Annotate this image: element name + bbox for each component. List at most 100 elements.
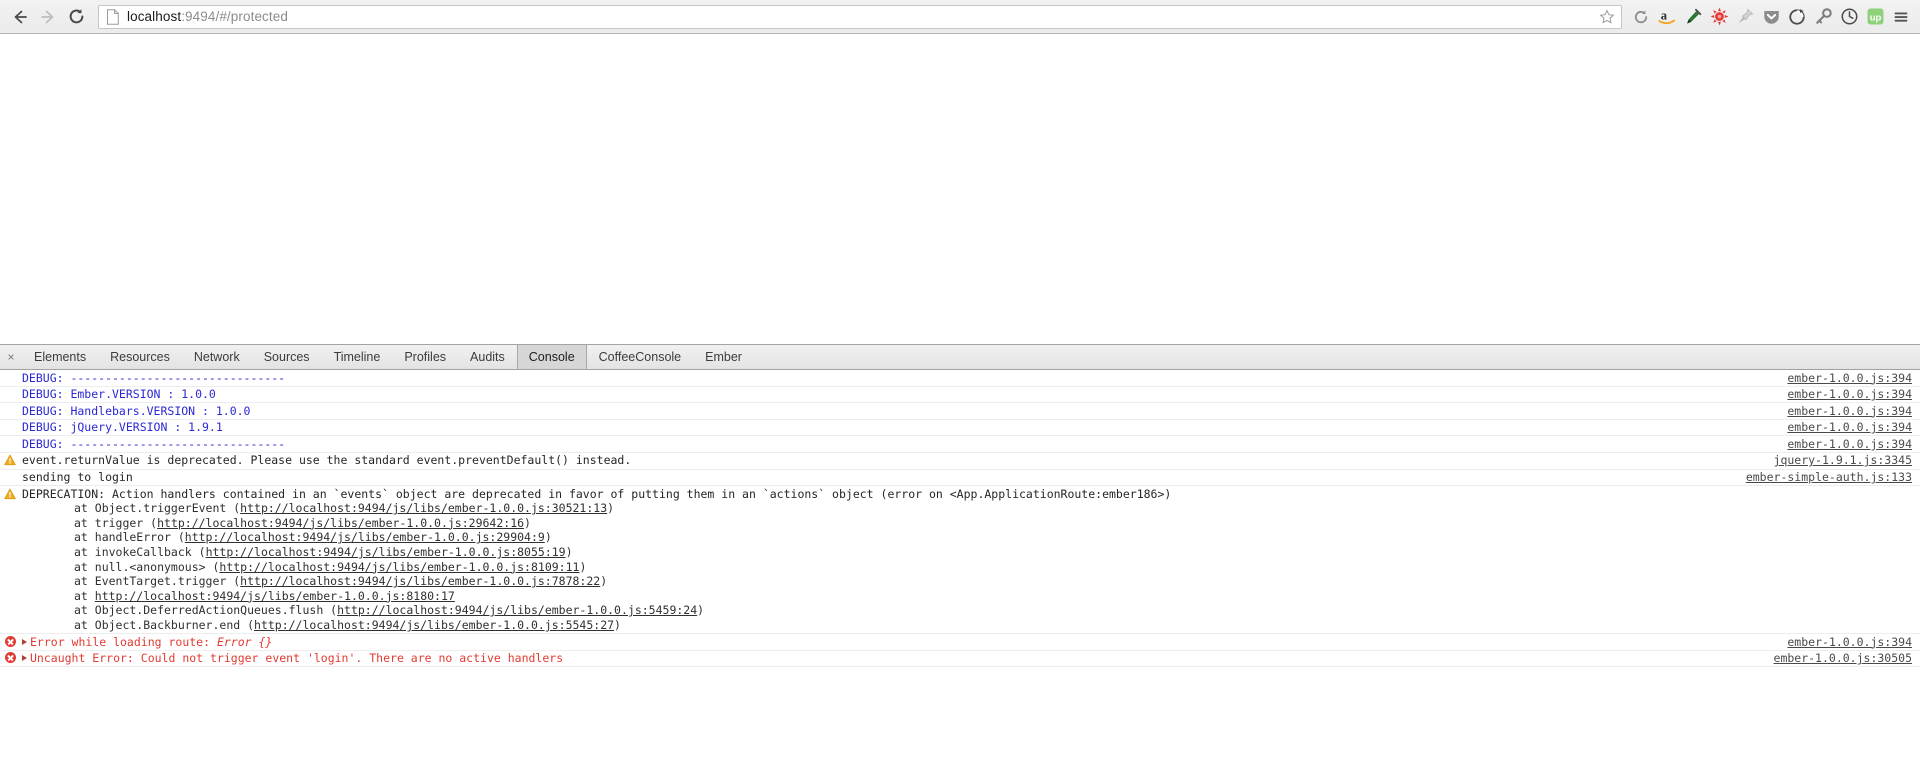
console-row-message: event.returnValue is deprecated. Please … — [20, 453, 1764, 468]
stack-frame-tail: ) — [614, 618, 621, 632]
stack-frame: at invokeCallback (http://localhost:9494… — [22, 545, 1894, 560]
devtools-close-button[interactable]: × — [0, 345, 22, 369]
bug-icon[interactable] — [1706, 4, 1732, 30]
stack-frame-function: at Object.DeferredActionQueues.flush ( — [74, 603, 338, 618]
console-row[interactable]: DEBUG: Handlebars.VERSION : 1.0.0 ember-1… — [0, 403, 1920, 420]
console-source-link[interactable]: ember-1.0.0.js:394 — [1777, 635, 1920, 650]
document-icon — [107, 8, 119, 25]
warning-icon — [4, 488, 16, 499]
console-message-text: Uncaught Error: Could not trigger event … — [30, 651, 564, 666]
pin-icon — [1737, 8, 1753, 24]
stack-frame-link[interactable]: http://localhost:9494/js/libs/ember-1.0.… — [254, 618, 614, 632]
console-message-text: DEBUG: jQuery.VERSION : 1.9.1 — [22, 420, 223, 435]
stack-frame-function: at — [74, 588, 95, 603]
console-source-link[interactable]: ember-1.0.0.js:30505 — [1764, 651, 1920, 666]
clock-icon[interactable] — [1836, 4, 1862, 30]
console-row[interactable]: event.returnValue is deprecated. Please … — [0, 452, 1920, 470]
console-source-link[interactable]: ember-1.0.0.js:394 — [1777, 387, 1920, 402]
stack-frame-link[interactable]: http://localhost:9494/js/libs/ember-1.0.… — [337, 603, 697, 617]
stack-frame: at EventTarget.trigger (http://localhost… — [22, 574, 1894, 589]
console-row[interactable]: Uncaught Error: Could not trigger event … — [0, 651, 1920, 668]
refresh-circle-icon[interactable] — [1784, 4, 1810, 30]
console-row[interactable]: DEBUG: ------------------------------- em… — [0, 436, 1920, 453]
console-message-text: event.returnValue is deprecated. Please … — [22, 453, 632, 468]
console-stack-trace: at Object.triggerEvent (http://localhost… — [22, 501, 1894, 632]
tab-profiles[interactable]: Profiles — [392, 345, 458, 369]
bookmark-button[interactable] — [1597, 7, 1617, 27]
console-row-icon-cell — [0, 635, 20, 647]
console-row[interactable]: DEBUG: Ember.VERSION : 1.0.0 ember-1.0.0.… — [0, 387, 1920, 404]
console-row[interactable]: Error while loading route: Error {} ember… — [0, 634, 1920, 651]
up-badge-icon[interactable]: up — [1862, 4, 1888, 30]
stack-frame-link[interactable]: http://localhost:9494/js/libs/ember-1.0.… — [95, 589, 455, 603]
stack-frame-function: at Object.Backburner.end ( — [74, 618, 255, 632]
stack-frame: at Object.DeferredActionQueues.flush (ht… — [22, 603, 1894, 618]
eyedropper-icon[interactable] — [1680, 4, 1706, 30]
warning-icon — [4, 455, 16, 466]
console-row[interactable]: DEBUG: jQuery.VERSION : 1.9.1 ember-1.0.0… — [0, 420, 1920, 437]
console-source-link[interactable]: ember-1.0.0.js:394 — [1777, 420, 1920, 435]
tab-audits[interactable]: Audits — [458, 345, 517, 369]
stack-frame-link[interactable]: http://localhost:9494/js/libs/ember-1.0.… — [240, 501, 607, 515]
console-row[interactable]: DEPRECATION: Action handlers contained i… — [0, 486, 1920, 635]
key-icon[interactable] — [1810, 4, 1836, 30]
console-message-text: DEBUG: ------------------------------- — [22, 436, 286, 451]
forward-button[interactable] — [34, 4, 62, 30]
stack-frame: at http://localhost:9494/js/libs/ember-1… — [22, 589, 1894, 604]
stack-frame-link[interactable]: http://localhost:9494/js/libs/ember-1.0.… — [157, 516, 524, 530]
stack-frame-function: at EventTarget.trigger ( — [74, 574, 241, 589]
star-icon — [1599, 8, 1615, 24]
console-message-text: sending to login — [22, 470, 133, 485]
pocket-icon[interactable] — [1758, 4, 1784, 30]
url-path: :9494/#/protected — [181, 9, 288, 24]
stack-frame-function: at Object.triggerEvent ( — [74, 501, 241, 516]
disclosure-triangle-icon[interactable] — [22, 638, 27, 645]
stack-frame: at Object.Backburner.end (http://localho… — [22, 618, 1894, 633]
console-row-icon-cell — [0, 420, 20, 421]
back-button[interactable] — [6, 4, 34, 30]
tab-coffeeconsole[interactable]: CoffeeConsole — [587, 345, 693, 369]
tab-elements[interactable]: Elements — [22, 345, 98, 369]
reload-extension-icon[interactable] — [1628, 4, 1654, 30]
console-log-list[interactable]: DEBUG: ------------------------------- em… — [0, 370, 1920, 759]
tab-sources[interactable]: Sources — [252, 345, 322, 369]
stack-frame-function: at null.<anonymous> ( — [74, 559, 220, 574]
stack-frame-link[interactable]: http://localhost:9494/js/libs/ember-1.0.… — [240, 574, 600, 588]
console-row[interactable]: DEBUG: ------------------------------- em… — [0, 370, 1920, 387]
console-row-icon-cell — [0, 404, 20, 405]
console-row-icon-cell — [0, 487, 20, 500]
tab-network[interactable]: Network — [182, 345, 252, 369]
chrome-menu-icon[interactable] — [1888, 4, 1914, 30]
extension-toolbar: a up — [1628, 4, 1914, 30]
stack-frame: at Object.triggerEvent (http://localhost… — [22, 501, 1894, 516]
console-row-message: DEBUG: jQuery.VERSION : 1.9.1 — [20, 420, 1777, 435]
disclosure-triangle-icon[interactable] — [22, 655, 27, 662]
amazon-icon[interactable]: a — [1654, 4, 1680, 30]
pushpin-icon[interactable] — [1732, 4, 1758, 30]
console-message-text: DEBUG: Ember.VERSION : 1.0.0 — [22, 387, 216, 402]
tab-console[interactable]: Console — [516, 345, 587, 369]
reload-button[interactable] — [62, 4, 90, 30]
eyedropper-pen-icon — [1686, 8, 1702, 24]
stack-frame-link[interactable]: http://localhost:9494/js/libs/ember-1.0.… — [185, 530, 545, 544]
console-source-link[interactable]: ember-1.0.0.js:394 — [1777, 404, 1920, 419]
console-message-text: Error while loading route: — [30, 634, 217, 649]
stack-frame: at handleError (http://localhost:9494/js… — [22, 530, 1894, 545]
console-row[interactable]: sending to login ember-simple-auth.js:133 — [0, 470, 1920, 487]
tab-ember[interactable]: Ember — [693, 345, 754, 369]
stack-frame-link[interactable]: http://localhost:9494/js/libs/ember-1.0.… — [219, 560, 579, 574]
stack-frame-function: at handleError ( — [74, 530, 185, 545]
console-source-link[interactable]: ember-simple-auth.js:133 — [1736, 470, 1920, 485]
stack-frame-link[interactable]: http://localhost:9494/js/libs/ember-1.0.… — [206, 545, 566, 559]
tab-timeline[interactable]: Timeline — [322, 345, 393, 369]
console-source-link[interactable]: jquery-1.9.1.js:3345 — [1764, 453, 1920, 468]
console-message-object: Error {} — [216, 634, 273, 649]
green-up-badge-icon: up — [1867, 8, 1883, 25]
svg-text:up: up — [1869, 12, 1881, 23]
console-source-link[interactable]: ember-1.0.0.js:394 — [1777, 437, 1920, 452]
stack-frame-tail: ) — [544, 530, 552, 545]
console-source-link[interactable]: ember-1.0.0.js:394 — [1777, 371, 1920, 386]
tab-resources[interactable]: Resources — [98, 345, 182, 369]
address-bar[interactable]: localhost:9494/#/protected — [98, 4, 1622, 29]
console-row-message: DEPRECATION: Action handlers contained i… — [20, 487, 1902, 633]
